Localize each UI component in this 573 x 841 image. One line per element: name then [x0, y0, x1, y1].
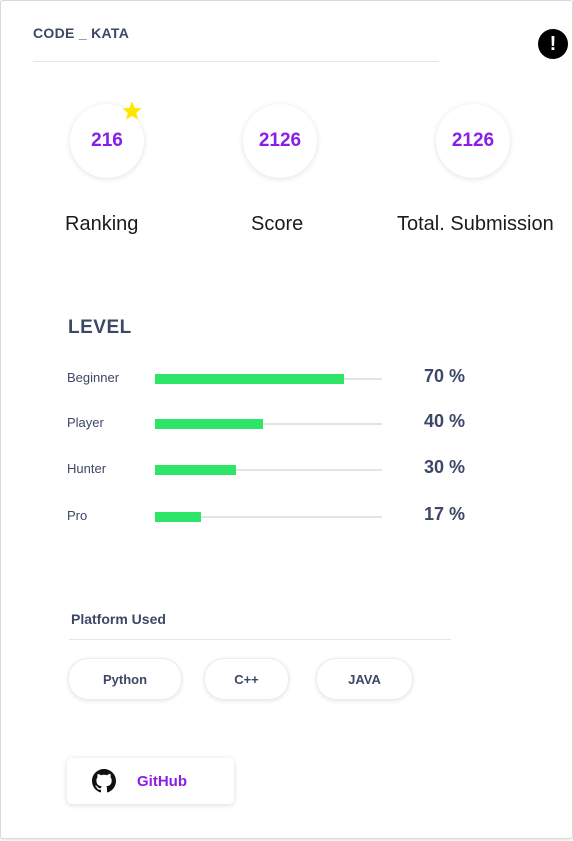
progress-fill: [155, 512, 201, 522]
progress-track: [155, 465, 382, 475]
star-icon: [122, 101, 142, 120]
level-percent: 30 %: [424, 457, 466, 477]
level-name: Beginner: [67, 370, 120, 385]
platform-heading: Platform Used: [71, 611, 166, 627]
ranking-label: Ranking: [65, 213, 139, 235]
platform-chip-python[interactable]: Python: [68, 658, 182, 700]
level-name: Hunter: [67, 461, 107, 476]
level-heading: LEVEL: [68, 317, 132, 338]
header-divider: [33, 61, 439, 62]
total-submission-value: 2126: [436, 104, 510, 178]
progress-fill: [155, 465, 236, 475]
progress-track: [155, 512, 382, 522]
github-label: GitHub: [137, 773, 187, 790]
level-row-beginner: Beginner 70 %: [1, 366, 573, 390]
total-submission-label: Total. Submission: [397, 213, 554, 235]
profile-card: CODE _ KATA ! 216 2126 2126 Ranking Scor…: [0, 0, 573, 839]
level-percent: 17 %: [424, 504, 466, 524]
level-percent: 70 %: [424, 366, 466, 386]
level-name: Pro: [67, 508, 88, 523]
platform-chip-cpp[interactable]: C++: [204, 658, 289, 700]
app-title: CODE _ KATA: [33, 25, 130, 41]
progress-track: [155, 419, 382, 429]
progress-fill: [155, 419, 263, 429]
score-value: 2126: [243, 104, 317, 178]
level-name: Player: [67, 415, 104, 430]
score-label: Score: [251, 213, 304, 235]
progress-fill: [155, 374, 344, 384]
github-button[interactable]: GitHub: [67, 758, 234, 804]
exclamation-icon[interactable]: !: [538, 29, 568, 59]
level-percent: 40 %: [424, 411, 466, 431]
level-row-pro: Pro 17 %: [1, 504, 573, 528]
level-row-player: Player 40 %: [1, 411, 573, 435]
github-icon: [92, 769, 116, 793]
platform-divider: [69, 639, 451, 640]
progress-track: [155, 374, 382, 384]
level-row-hunter: Hunter 30 %: [1, 457, 573, 481]
platform-chip-java[interactable]: JAVA: [316, 658, 413, 700]
